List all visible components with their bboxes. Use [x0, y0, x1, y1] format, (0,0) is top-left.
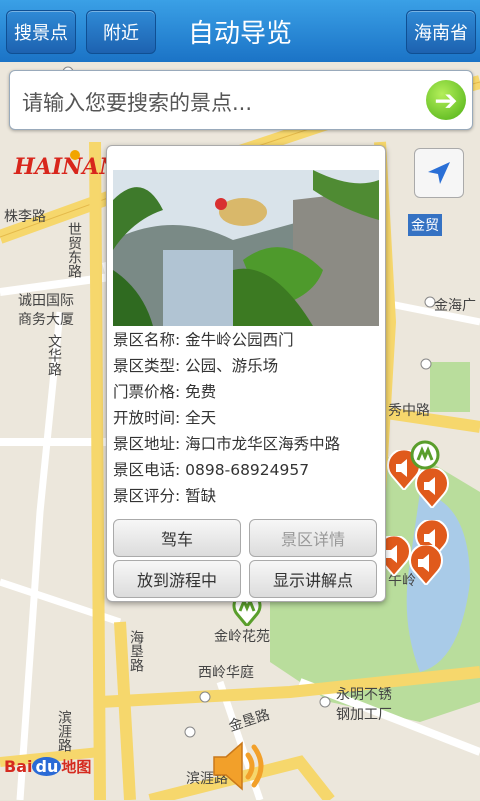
scenic-photo	[113, 170, 379, 326]
logo-text: HAINAN	[14, 154, 120, 180]
map-label: 金海广	[434, 298, 476, 314]
baidu-map-logo: Bai du 地图	[4, 756, 91, 777]
top-bar: 搜景点 附近 自动导览 海南省	[0, 0, 480, 62]
park-marker[interactable]	[410, 440, 440, 470]
name-label: 景区名称:	[113, 331, 181, 349]
speaker-icon	[409, 543, 443, 587]
rating-label: 景区评分:	[113, 487, 181, 505]
speaker-icon	[415, 466, 449, 510]
ticket-label: 门票价格:	[113, 383, 181, 401]
drive-button[interactable]: 驾车	[113, 519, 241, 557]
map-label: 西岭华庭	[198, 665, 254, 681]
search-scenic-button[interactable]: 搜景点	[6, 10, 76, 54]
address-label: 景区地址:	[113, 435, 181, 453]
arrow-right-icon: ➔	[434, 83, 458, 117]
map-label: 世贸东路	[66, 222, 82, 278]
hours-value: 全天	[185, 409, 217, 427]
map-label: 株李路	[4, 209, 46, 225]
park-icon	[410, 440, 440, 470]
baidu-bai: Bai	[4, 757, 33, 776]
audio-play-button[interactable]	[208, 735, 270, 797]
baidu-map-text: 地图	[61, 758, 92, 776]
details-button[interactable]: 景区详情	[249, 519, 377, 557]
map-label: 文华路	[46, 334, 62, 376]
speaker-marker[interactable]	[414, 466, 450, 510]
phone-label: 景区电话:	[113, 461, 181, 479]
map-label: 商务大厦	[18, 312, 74, 328]
map-label: 秀中路	[388, 403, 430, 419]
type-label: 景区类型:	[113, 357, 181, 375]
baidu-du: du	[32, 757, 62, 776]
nearby-button[interactable]: 附近	[86, 10, 156, 54]
map-label: 滨涯路	[56, 710, 72, 752]
search-bar[interactable]: 请输入您要搜索的景点... ➔	[9, 70, 473, 130]
hours-label: 开放时间:	[113, 409, 181, 427]
search-go-button[interactable]: ➔	[426, 80, 466, 120]
map-label: 金岭花苑	[214, 629, 270, 645]
address-value: 海口市龙华区海秀中路	[185, 435, 341, 453]
scenic-info-popup: 景区名称: 金牛岭公园西门 景区类型: 公园、游乐场 门票价格: 免费 开放时间…	[106, 145, 386, 602]
name-value: 金牛岭公园西门	[185, 331, 294, 349]
add-itinerary-button[interactable]: 放到游程中	[113, 560, 241, 598]
map-label: 海垦路	[128, 630, 144, 672]
map-label: 金贸	[408, 214, 442, 236]
type-value: 公园、游乐场	[185, 357, 279, 375]
navigation-arrow-icon	[428, 162, 450, 184]
map-label: 钢加工厂	[336, 707, 392, 723]
page-title: 自动导览	[187, 18, 292, 49]
show-narration-button[interactable]: 显示讲解点	[249, 560, 377, 598]
speaker-marker[interactable]	[408, 543, 444, 587]
province-button[interactable]: 海南省	[406, 10, 476, 54]
hainan-logo: HAINAN	[10, 150, 119, 194]
rating-value: 暂缺	[185, 487, 217, 505]
map-label: 永明不锈	[336, 687, 392, 703]
locate-button[interactable]	[414, 148, 464, 198]
search-input[interactable]: 请输入您要搜索的景点...	[22, 87, 252, 117]
ticket-value: 免费	[185, 383, 217, 401]
phone-value: 0898-68924957	[185, 461, 310, 479]
map-label: 诚田国际	[18, 293, 74, 309]
speaker-icon	[213, 741, 264, 791]
